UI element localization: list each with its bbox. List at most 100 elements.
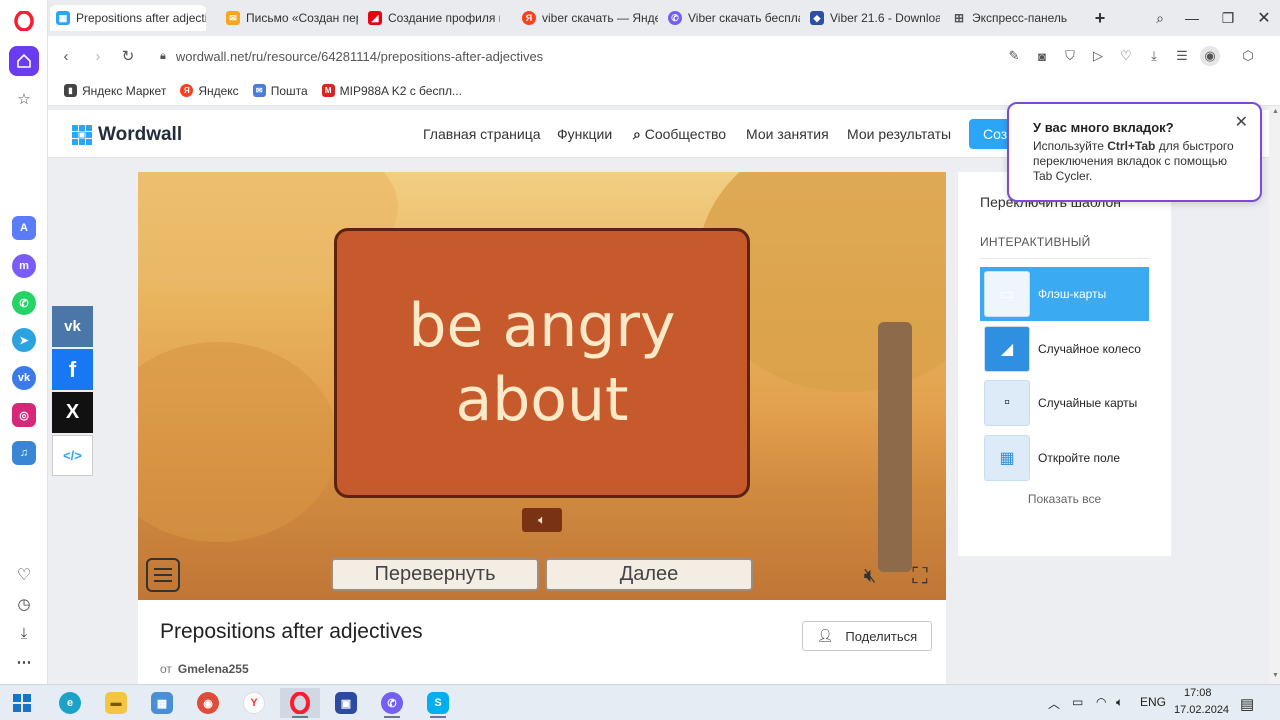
tab-wordwall[interactable]: ▦ Prepositions after adjectiv (50, 5, 206, 31)
windows-start-icon[interactable] (2, 688, 42, 718)
close-icon[interactable]: ✕ (1235, 112, 1248, 132)
nav-features[interactable]: Функции (557, 126, 612, 142)
store-icon[interactable]: ▦ (142, 688, 182, 718)
extensions-icon[interactable]: ⬡ (1238, 46, 1258, 66)
file-explorer-icon[interactable]: ▬ (96, 688, 136, 718)
windows-taskbar: e ▬ ▦ ◉ Y ▣ ✆ S ︿ ▭ ◠ 🔈︎ ENG 17:08 17.02… (0, 684, 1280, 720)
edit-icon[interactable]: ✎ (1004, 46, 1024, 66)
more-icon[interactable]: ⋯ (9, 647, 39, 677)
viber-taskbar-icon[interactable]: ✆ (372, 688, 412, 718)
template-open-box[interactable]: ▦ Откройте поле (980, 431, 1149, 485)
language-indicator[interactable]: ENG (1140, 695, 1166, 709)
save-app-icon[interactable]: ▣ (326, 688, 366, 718)
cards-thumb-icon: ▫ (984, 380, 1030, 426)
yandex-browser-icon[interactable]: Y (234, 688, 274, 718)
nav-community[interactable]: ⌕ Сообщество (633, 126, 726, 143)
tab-mail[interactable]: ✉ Письмо «Создан перс (220, 5, 358, 31)
tab-yandex[interactable]: Я viber скачать — Янде (516, 5, 658, 31)
back-icon[interactable]: ‹ (54, 44, 78, 68)
wifi-icon[interactable]: ◠ (1096, 695, 1106, 709)
close-icon[interactable]: ✕ (1252, 6, 1276, 30)
nav-my-activities[interactable]: Мои занятия (746, 126, 829, 142)
nav-home[interactable]: Главная страница (423, 126, 541, 142)
forward-icon[interactable]: › (86, 44, 110, 68)
tab-speed-dial[interactable]: ⊞ Экспресс-панель (946, 5, 1084, 31)
url-text: wordwall.net/ru/resource/64281114/prepos… (175, 48, 544, 64)
template-random-cards[interactable]: ▫ Случайные карты (980, 376, 1149, 430)
wordwall-logo[interactable]: Wordwall (72, 124, 182, 146)
share-label: Поделиться (845, 628, 918, 644)
speaker-icon[interactable]: 🔈︎ (522, 508, 562, 532)
download-icon[interactable]: ⤓ (1144, 46, 1164, 66)
battery-icon[interactable]: ▭ (1072, 695, 1083, 709)
boxes-thumb-icon: ▦ (984, 435, 1030, 481)
tray-overflow-icon[interactable]: ︿ (1048, 695, 1060, 712)
aria-app-icon[interactable]: A (12, 216, 36, 240)
show-all-link[interactable]: Показать все (958, 492, 1171, 506)
tab-mts[interactable]: ◢ Создание профиля и (362, 5, 500, 31)
clock-time[interactable]: 17:08 (1184, 687, 1212, 699)
history-icon[interactable]: ◷ (9, 589, 39, 619)
skype-icon[interactable]: S (418, 688, 458, 718)
game-menu-button[interactable] (146, 558, 180, 592)
address-bar: ‹ › ↻ 🔒︎ wordwall.net/ru/resource/642811… (48, 36, 1280, 76)
next-button[interactable]: Далее (545, 558, 753, 591)
minimize-icon[interactable]: — (1180, 6, 1204, 30)
edge-icon[interactable]: e (50, 688, 90, 718)
fullscreen-icon[interactable]: ⛶ (904, 562, 936, 590)
share-button[interactable]: 👤︎ Поделиться (802, 621, 932, 651)
facebook-share-button[interactable]: f (52, 349, 93, 390)
mute-icon[interactable]: 🔇︎ (854, 562, 886, 590)
reload-icon[interactable]: ↻ (116, 44, 140, 68)
vk-icon[interactable]: vk (12, 366, 36, 390)
section-label: ИНТЕРАКТИВНЫЙ (980, 235, 1091, 249)
template-label: Случайное колесо (1038, 342, 1141, 356)
bookmark-market[interactable]: ▮ Яндекс Маркет (64, 84, 166, 98)
url-field[interactable]: 🔒︎ wordwall.net/ru/resource/64281114/pre… (148, 42, 1148, 70)
tab-viber[interactable]: ✆ Viber скачать беспла (662, 5, 800, 31)
bookmark-yandex[interactable]: Я Яндекс (180, 84, 239, 98)
opera-menu-icon[interactable] (9, 6, 39, 36)
heart-outline-icon[interactable]: ♡ (1116, 46, 1136, 66)
vk-share-button[interactable]: vk (52, 306, 93, 347)
tab-viber-download[interactable]: ◆ Viber 21.6 - Downloa (804, 5, 940, 31)
flip-button[interactable]: Перевернуть (331, 558, 539, 591)
shield-icon: ◆ (810, 11, 824, 25)
new-tab-button[interactable]: + (1088, 6, 1112, 30)
author-link[interactable]: Gmelena255 (178, 662, 249, 676)
wheel-thumb-icon: ◢ (984, 326, 1030, 372)
volume-icon[interactable]: 🔈︎ (1116, 695, 1123, 710)
popup-shortcut: Ctrl+Tab (1107, 139, 1156, 153)
whatsapp-icon[interactable]: ✆ (12, 291, 36, 315)
chrome-icon[interactable]: ◉ (188, 688, 228, 718)
clock-date[interactable]: 17.02.2024 (1174, 704, 1229, 716)
star-icon[interactable]: ☆ (9, 84, 39, 114)
template-flashcards[interactable]: ▭ Флэш-карты (980, 267, 1149, 321)
easy-setup-icon[interactable]: ☰ (1172, 46, 1192, 66)
embed-code-button[interactable]: </> (52, 435, 93, 476)
template-random-wheel[interactable]: ◢ Случайное колесо (980, 322, 1149, 376)
music-player-icon[interactable]: ♫ (12, 441, 36, 465)
messenger-icon[interactable]: m (12, 254, 36, 278)
bookmark-mail[interactable]: ✉ Пошта (252, 84, 308, 98)
heart-icon[interactable]: ♡ (9, 560, 39, 590)
flashcard[interactable]: be angry about (334, 228, 750, 498)
wordwall-logo-icon (72, 125, 92, 145)
profile-icon[interactable]: ◉ (1200, 46, 1220, 66)
activity-title: Prepositions after adjectives (160, 620, 423, 643)
shield-check-icon[interactable]: ⛉ (1060, 46, 1080, 66)
restore-icon[interactable]: ❐ (1216, 6, 1240, 30)
search-icon[interactable]: ⌕ (1148, 6, 1172, 30)
notifications-icon[interactable]: ▤ (1240, 695, 1254, 713)
camera-icon[interactable]: ◙ (1032, 46, 1052, 66)
play-icon[interactable]: ▷ (1088, 46, 1108, 66)
bookmark-mip[interactable]: M MIP988A K2 с беспл... (321, 84, 462, 98)
opera-taskbar-icon[interactable] (280, 688, 320, 718)
page-scrollbar[interactable]: ▲ ▼ (1269, 106, 1280, 684)
telegram-icon[interactable]: ➤ (12, 328, 36, 352)
instagram-icon[interactable]: ◎ (12, 403, 36, 427)
home-icon[interactable] (9, 46, 39, 76)
nav-my-results[interactable]: Мои результаты (847, 126, 951, 142)
downloads-icon[interactable]: ⤓ (9, 618, 39, 648)
x-share-button[interactable]: X (52, 392, 93, 433)
